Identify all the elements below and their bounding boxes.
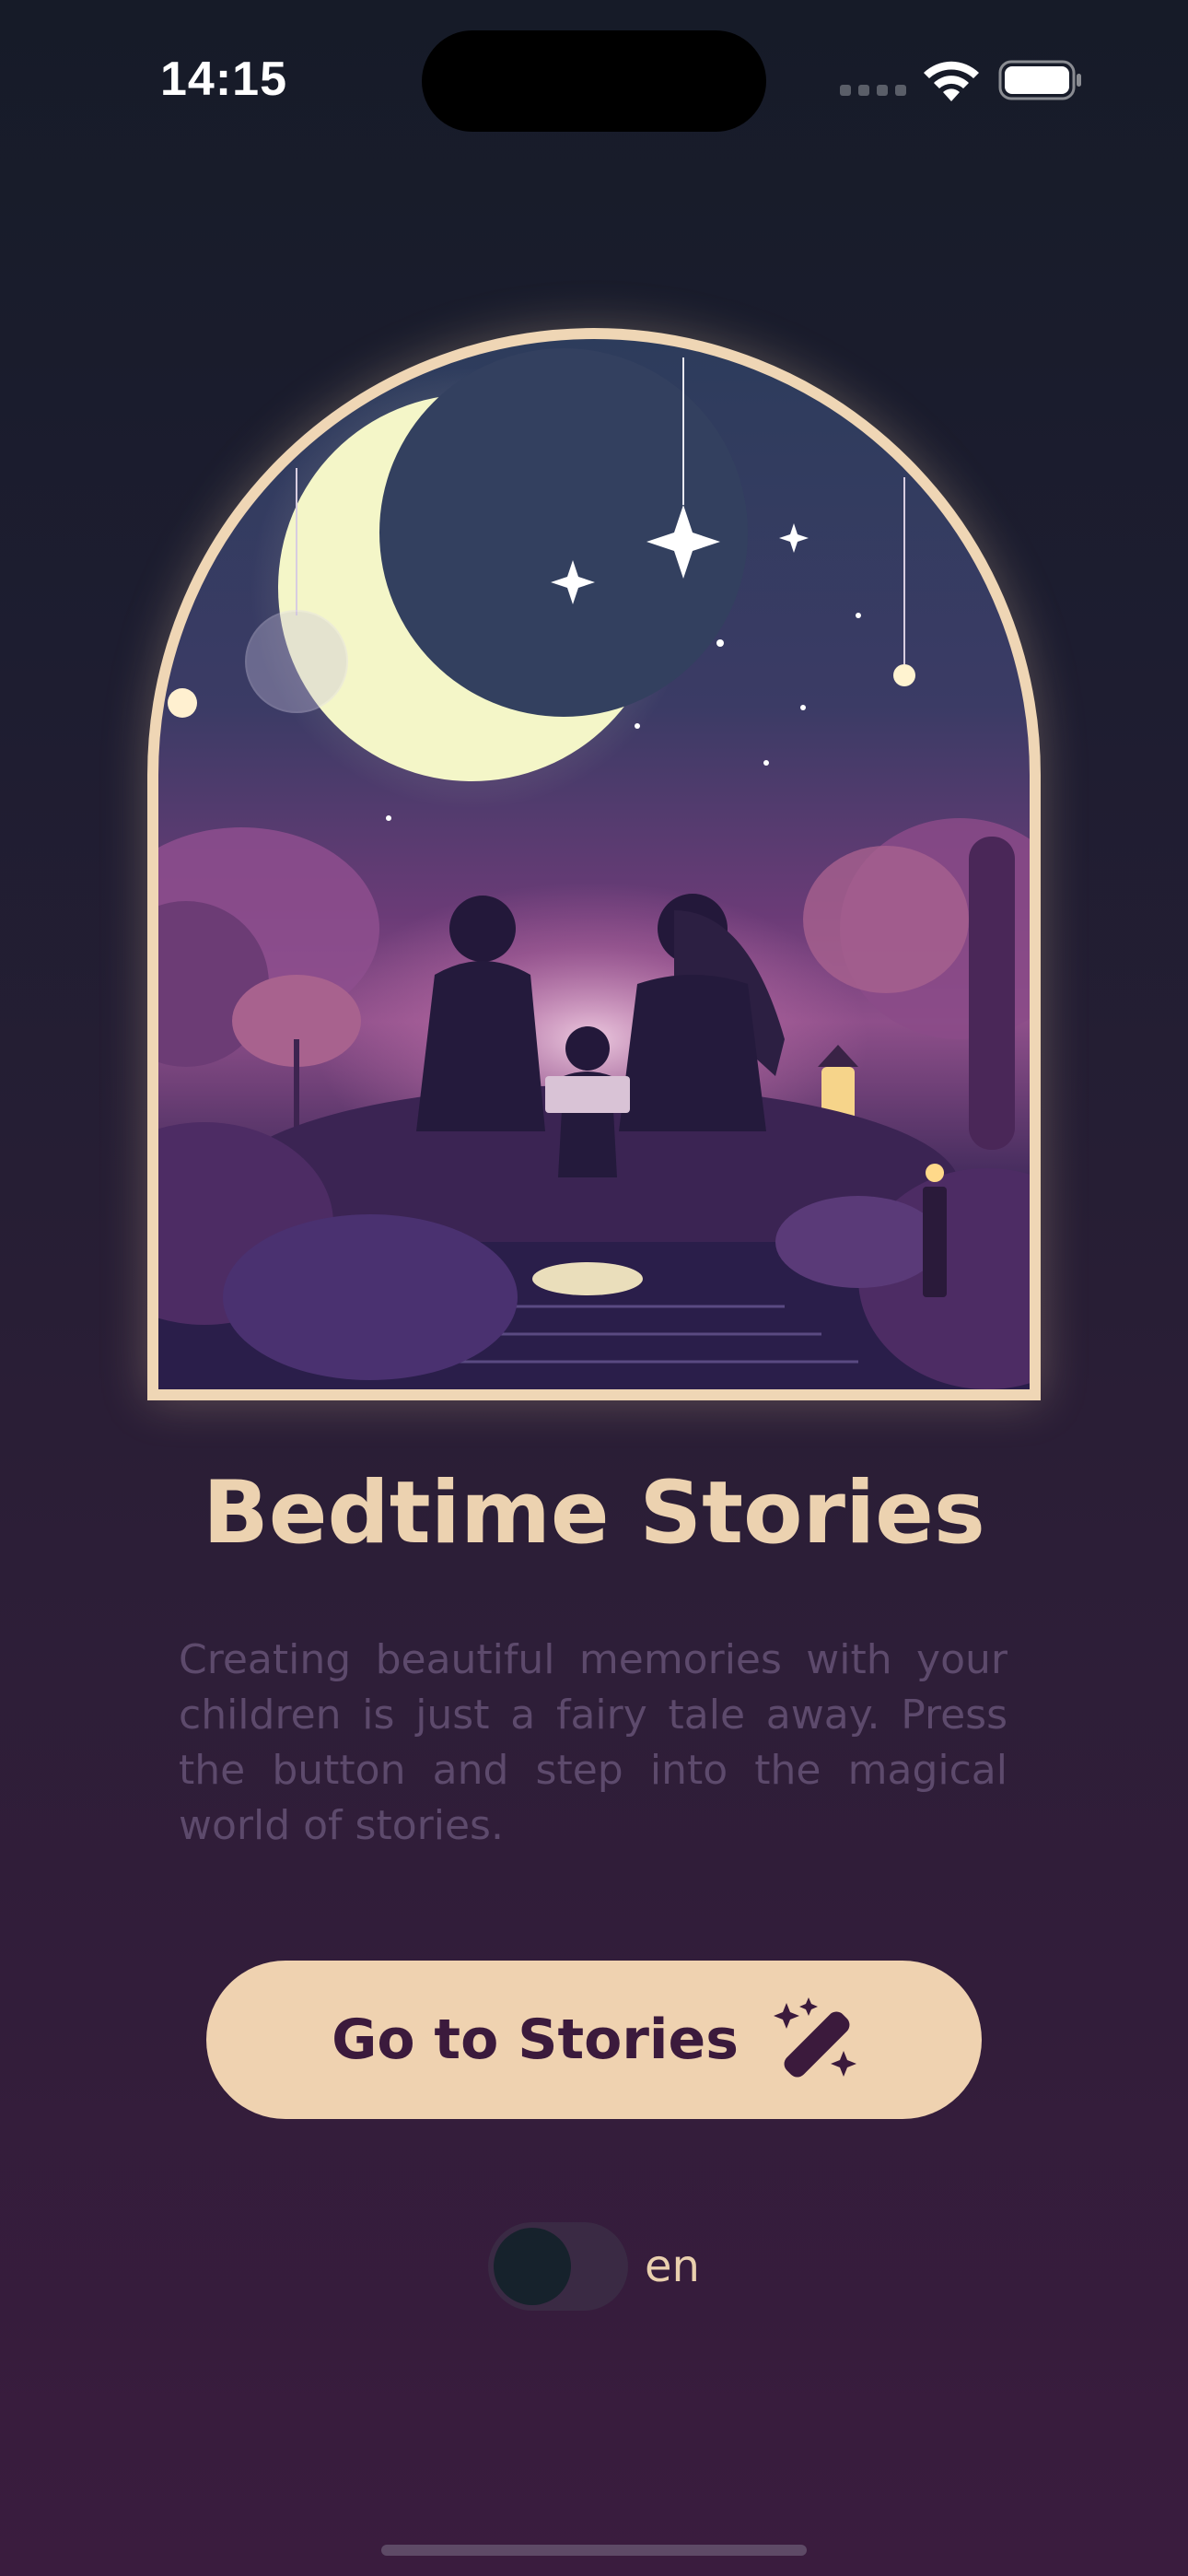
status-time: 14:15 — [160, 53, 287, 106]
toggle-knob — [494, 2228, 571, 2305]
home-indicator[interactable] — [381, 2545, 807, 2556]
go-to-stories-label: Go to Stories — [332, 2008, 739, 2072]
magic-wand-icon — [773, 1997, 856, 2078]
go-to-stories-button[interactable]: Go to Stories — [206, 1961, 982, 2119]
app-title: Bedtime Stories — [203, 1463, 985, 1563]
dynamic-island — [422, 30, 766, 132]
language-label: en — [645, 2241, 700, 2292]
app-description: Creating beautiful memories with your ch… — [179, 1636, 1007, 1849]
language-toggle[interactable] — [488, 2222, 628, 2311]
hero-illustration — [147, 328, 1041, 1400]
family-bedtime-illustration — [158, 348, 1030, 1389]
battery-icon — [998, 60, 1081, 100]
wifi-icon — [924, 61, 979, 101]
signal-dots-icon — [840, 85, 906, 96]
status-bar: 14:15 — [0, 0, 1188, 157]
